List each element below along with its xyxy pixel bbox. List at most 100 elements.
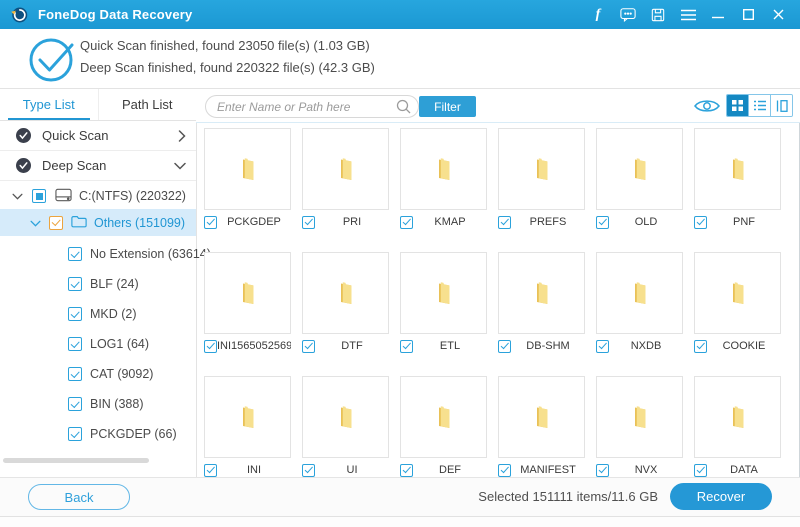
grid-item-data[interactable]: DATA: [694, 376, 781, 477]
grid-item-dtf[interactable]: DTF: [302, 252, 389, 353]
checkbox-checked-icon[interactable]: [68, 427, 82, 441]
folder-card[interactable]: [596, 376, 683, 458]
list-view-button[interactable]: [748, 95, 770, 116]
folder-card[interactable]: [204, 252, 291, 334]
folder-card[interactable]: [498, 128, 585, 210]
recover-button[interactable]: Recover: [670, 483, 772, 510]
tree-item-no-extension-63614[interactable]: No Extension (63614): [0, 239, 196, 269]
back-button[interactable]: Back: [28, 484, 130, 510]
menu-icon[interactable]: [680, 7, 696, 23]
search-icon[interactable]: [396, 99, 411, 119]
grid-item-def[interactable]: DEF: [400, 376, 487, 477]
checkbox-checked-icon[interactable]: [400, 216, 413, 229]
tree-item-cat-9092[interactable]: CAT (9092): [0, 359, 196, 389]
checkbox-checked-icon[interactable]: [68, 337, 82, 351]
preview-eye-icon[interactable]: [694, 98, 720, 114]
maximize-icon[interactable]: [740, 7, 756, 23]
tree-item-others-selected[interactable]: Others (151099): [0, 209, 196, 236]
checkbox-checked-icon[interactable]: [498, 464, 511, 477]
chevron-down-icon[interactable]: [30, 216, 41, 230]
checkbox-partial-icon[interactable]: [49, 216, 63, 230]
minimize-icon[interactable]: [710, 7, 726, 23]
folder-card[interactable]: [498, 252, 585, 334]
folder-card[interactable]: [400, 376, 487, 458]
folder-card[interactable]: [694, 128, 781, 210]
chevron-right-icon[interactable]: [178, 130, 186, 142]
grid-item-ini[interactable]: INI: [204, 376, 291, 477]
checkbox-checked-icon[interactable]: [204, 340, 217, 353]
checkbox-checked-icon[interactable]: [400, 340, 413, 353]
grid-item-cookie[interactable]: COOKIE: [694, 252, 781, 353]
checkbox-checked-icon[interactable]: [596, 216, 609, 229]
grid-item-kmap[interactable]: KMAP: [400, 128, 487, 229]
grid-item-prefs[interactable]: PREFS: [498, 128, 585, 229]
checkbox-checked-icon[interactable]: [694, 340, 707, 353]
checkbox-checked-icon[interactable]: [302, 340, 315, 353]
grid-item-pri[interactable]: PRI: [302, 128, 389, 229]
checkbox-checked-icon[interactable]: [68, 247, 82, 261]
grid-view-button[interactable]: [727, 95, 748, 116]
grid-item-nxdb[interactable]: NXDB: [596, 252, 683, 353]
grid-item-ui[interactable]: UI: [302, 376, 389, 477]
tree-item-drive-c[interactable]: C:(NTFS) (220322): [0, 184, 196, 208]
folder-card[interactable]: [596, 128, 683, 210]
checkbox-checked-icon[interactable]: [400, 464, 413, 477]
filter-button[interactable]: Filter: [419, 96, 476, 117]
grid-item-nvx[interactable]: NVX: [596, 376, 683, 477]
grid-item-manifest[interactable]: MANIFEST: [498, 376, 585, 477]
chevron-down-icon[interactable]: [174, 162, 186, 170]
folder-card[interactable]: [596, 252, 683, 334]
checkbox-checked-icon[interactable]: [694, 216, 707, 229]
checkbox-checked-icon[interactable]: [694, 464, 707, 477]
folder-card[interactable]: [302, 128, 389, 210]
folder-card[interactable]: [204, 128, 291, 210]
tree-item-log1-64[interactable]: LOG1 (64): [0, 329, 196, 359]
checkbox-checked-icon[interactable]: [498, 340, 511, 353]
tree-item-bin-388[interactable]: BIN (388): [0, 389, 196, 419]
folder-card[interactable]: [400, 252, 487, 334]
folder-card[interactable]: [694, 252, 781, 334]
folder-name: INI: [217, 464, 291, 476]
checkbox-indeterminate-icon[interactable]: [32, 189, 46, 203]
checkbox-checked-icon[interactable]: [596, 464, 609, 477]
grid-item-ini1565052569[interactable]: INI1565052569: [204, 252, 291, 353]
search-input[interactable]: [205, 95, 419, 118]
checkbox-checked-icon[interactable]: [204, 464, 217, 477]
checkbox-checked-icon[interactable]: [204, 216, 217, 229]
chevron-down-icon[interactable]: [12, 189, 23, 203]
save-icon[interactable]: [650, 7, 666, 23]
grid-item-db-shm[interactable]: DB-SHM: [498, 252, 585, 353]
tree-item-blf-24[interactable]: BLF (24): [0, 269, 196, 299]
grid-item-etl[interactable]: ETL: [400, 252, 487, 353]
checkbox-checked-icon[interactable]: [68, 277, 82, 291]
tree-item-mkd-2[interactable]: MKD (2): [0, 299, 196, 329]
folder-card[interactable]: [694, 376, 781, 458]
tab-type-list[interactable]: Type List: [0, 89, 98, 120]
close-icon[interactable]: [770, 7, 786, 23]
column-view-button[interactable]: [770, 95, 792, 116]
checkbox-checked-icon[interactable]: [302, 464, 315, 477]
grid-item-pnf[interactable]: PNF: [694, 128, 781, 229]
checkbox-checked-icon[interactable]: [68, 367, 82, 381]
folder-card[interactable]: [302, 252, 389, 334]
checkbox-checked-icon[interactable]: [498, 216, 511, 229]
folder-icon: [432, 156, 456, 183]
facebook-icon[interactable]: f: [590, 7, 606, 23]
folder-card[interactable]: [204, 376, 291, 458]
grid-item-old[interactable]: OLD: [596, 128, 683, 229]
tab-path-list[interactable]: Path List: [98, 89, 197, 120]
sidebar-item-quick-scan[interactable]: Quick Scan: [0, 121, 196, 151]
grid-item-pckgdep[interactable]: PCKGDEP: [204, 128, 291, 229]
tree-item-pckgdep-66[interactable]: PCKGDEP (66): [0, 419, 196, 449]
horizontal-scrollbar[interactable]: [3, 458, 149, 463]
checkbox-checked-icon[interactable]: [68, 307, 82, 321]
folder-card[interactable]: [400, 128, 487, 210]
sidebar-item-deep-scan[interactable]: Deep Scan: [0, 151, 196, 181]
checkbox-checked-icon[interactable]: [302, 216, 315, 229]
folder-name: NVX: [609, 464, 683, 476]
folder-card[interactable]: [498, 376, 585, 458]
feedback-chat-icon[interactable]: [620, 7, 636, 23]
checkbox-checked-icon[interactable]: [68, 397, 82, 411]
folder-card[interactable]: [302, 376, 389, 458]
checkbox-checked-icon[interactable]: [596, 340, 609, 353]
